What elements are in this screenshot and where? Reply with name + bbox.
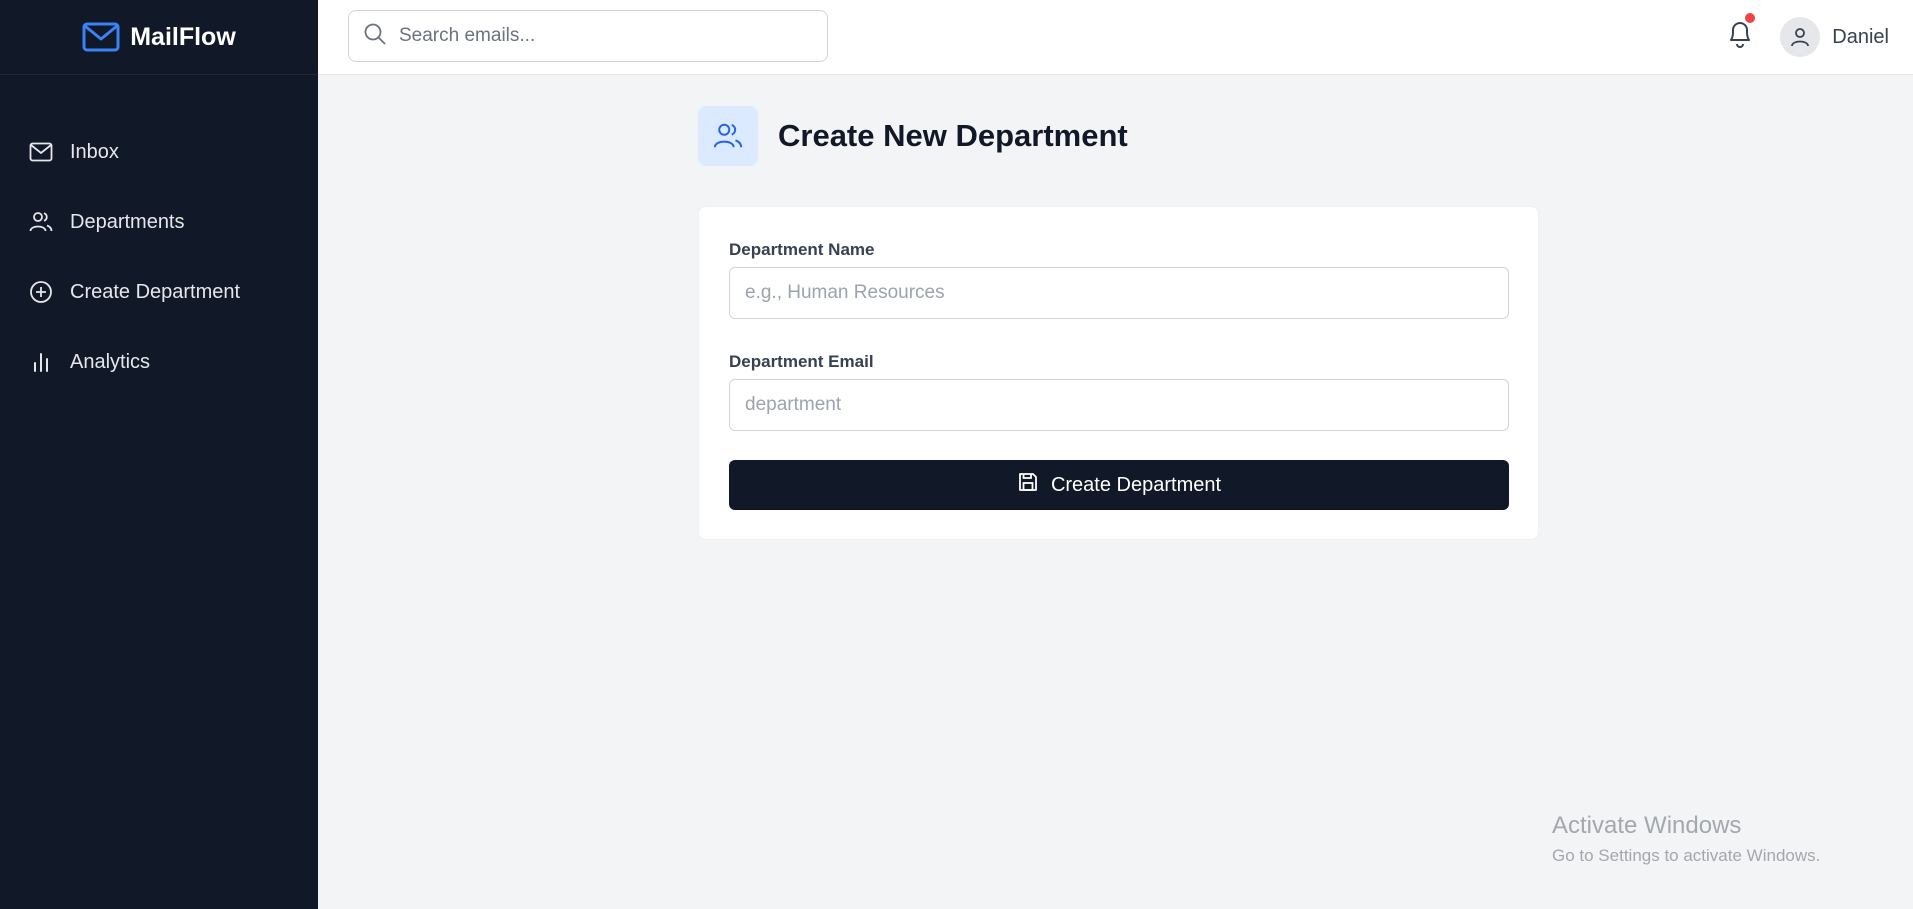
user-menu[interactable]: Daniel xyxy=(1780,16,1889,58)
notifications-button[interactable] xyxy=(1723,13,1757,53)
search-input[interactable] xyxy=(399,25,799,47)
create-department-button-label: Create Department xyxy=(1050,473,1222,496)
create-department-form: Department Name Department Email Create … xyxy=(698,206,1539,540)
create-department-button[interactable]: Create Department xyxy=(729,460,1509,510)
watermark-title: Activate Windows xyxy=(1552,812,1742,839)
department-name-input[interactable] xyxy=(729,267,1509,319)
search-icon xyxy=(363,22,387,51)
brand[interactable]: MailFlow xyxy=(0,0,318,75)
department-email-label: Department Email xyxy=(729,352,874,371)
windows-activation-watermark: Activate Windows Go to Settings to activ… xyxy=(1552,812,1820,866)
department-name-label: Department Name xyxy=(729,240,875,259)
user-name: Daniel xyxy=(1832,25,1889,48)
sidebar: MailFlow Inbox Departments Create Depart… xyxy=(0,0,318,909)
watermark-subtitle: Go to Settings to activate Windows. xyxy=(1552,846,1821,865)
sidebar-item-departments[interactable]: Departments xyxy=(0,187,318,257)
users-icon xyxy=(698,106,758,166)
sidebar-item-create-department[interactable]: Create Department xyxy=(0,257,318,327)
page-title: Create New Department xyxy=(778,118,1128,153)
mail-icon xyxy=(28,139,54,165)
bar-chart-icon xyxy=(28,349,54,375)
sidebar-item-label: Analytics xyxy=(70,350,151,373)
department-email-input[interactable] xyxy=(729,379,1509,431)
users-icon xyxy=(28,209,54,235)
avatar xyxy=(1780,17,1821,57)
plus-circle-icon xyxy=(28,279,54,305)
brand-name: MailFlow xyxy=(130,22,236,51)
topbar: Daniel xyxy=(318,0,1913,75)
user-icon xyxy=(1791,28,1810,47)
notification-badge xyxy=(1745,13,1755,23)
sidebar-item-label: Departments xyxy=(70,210,185,233)
sidebar-item-inbox[interactable]: Inbox xyxy=(0,117,318,187)
sidebar-item-analytics[interactable]: Analytics xyxy=(0,327,318,397)
save-icon xyxy=(1017,471,1039,499)
search-box[interactable] xyxy=(348,10,828,62)
sidebar-item-label: Create Department xyxy=(70,280,241,303)
sidebar-item-label: Inbox xyxy=(70,140,119,163)
sidebar-nav: Inbox Departments Create Department Anal… xyxy=(0,75,318,397)
mail-logo-icon xyxy=(82,21,120,53)
page-header: Create New Department xyxy=(698,106,1128,166)
